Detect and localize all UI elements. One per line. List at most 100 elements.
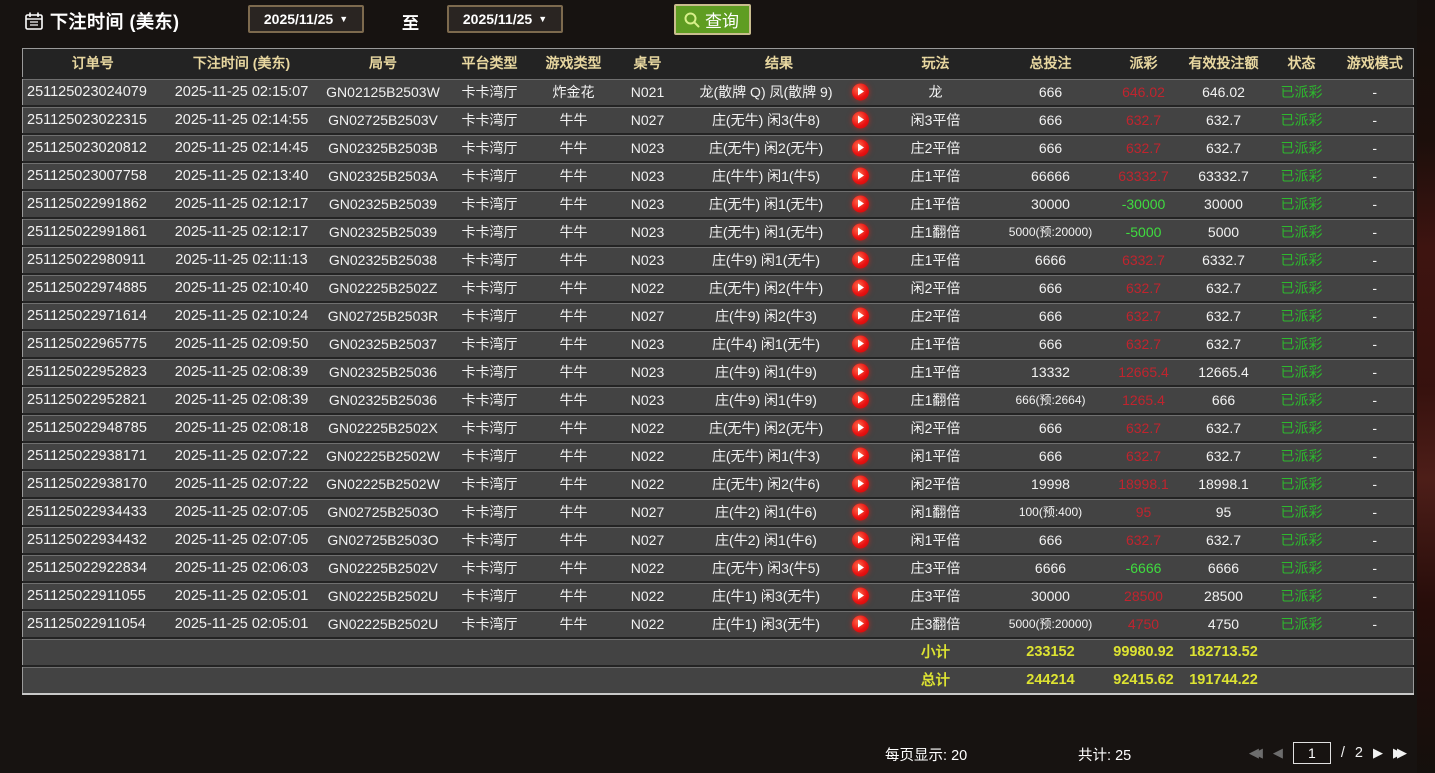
table-row: 251125023022315 2025-11-25 02:14:55 GN02… — [23, 106, 1414, 134]
cell-platform: 卡卡湾厅 — [446, 246, 534, 274]
page-number-input[interactable]: 1 — [1293, 742, 1331, 764]
last-page-icon[interactable]: ▶▶ — [1393, 742, 1407, 764]
cell-play: 庄1平倍 — [877, 190, 995, 218]
col-total-bet: 总投注 — [995, 49, 1107, 78]
filter-bar: 下注时间 (美东) 2025/11/25 ▼ 至 2025/11/25 ▼ 查询 — [0, 0, 1435, 42]
cell-total-bet: 13332 — [995, 358, 1107, 386]
previous-page-icon[interactable]: ◀ — [1273, 742, 1283, 764]
per-page-value: 20 — [951, 748, 967, 764]
cell-result: 庄(无牛) 闲1(无牛) — [682, 190, 877, 218]
cell-platform: 卡卡湾厅 — [446, 218, 534, 246]
cell-order-id: 251125022980911 — [23, 246, 163, 274]
result-text: 庄(牛2) 闲1(牛6) — [715, 504, 817, 520]
status-badge: 已派彩 — [1267, 386, 1337, 414]
status-badge: 已派彩 — [1267, 526, 1337, 554]
replay-video-icon[interactable] — [852, 475, 869, 492]
cell-order-id: 251125022938171 — [23, 442, 163, 470]
cell-order-id: 251125023020812 — [23, 134, 163, 162]
result-text: 庄(牛4) 闲1(无牛) — [712, 336, 820, 352]
col-game-mode: 游戏模式 — [1337, 49, 1414, 78]
cell-result: 庄(牛9) 闲1(无牛) — [682, 246, 877, 274]
cell-round-id: GN02325B25036 — [321, 358, 446, 386]
cell-result: 庄(牛牛) 闲1(牛5) — [682, 162, 877, 190]
cell-platform: 卡卡湾厅 — [446, 554, 534, 582]
cell-platform: 卡卡湾厅 — [446, 162, 534, 190]
cell-game-mode: - — [1337, 134, 1414, 162]
cell-payout: 18998.1 — [1107, 470, 1181, 498]
chevron-down-icon: ▼ — [339, 14, 348, 24]
cell-order-id: 251125022974885 — [23, 274, 163, 302]
replay-video-icon[interactable] — [852, 363, 869, 380]
cell-valid-bet: 632.7 — [1181, 442, 1267, 470]
cell-platform: 卡卡湾厅 — [446, 414, 534, 442]
replay-video-icon[interactable] — [852, 307, 869, 324]
cell-game-mode: - — [1337, 106, 1414, 134]
replay-video-icon[interactable] — [852, 419, 869, 436]
per-page-label: 每页显示: — [885, 748, 947, 764]
replay-video-icon[interactable] — [852, 559, 869, 576]
replay-video-icon[interactable] — [852, 503, 869, 520]
replay-video-icon[interactable] — [852, 223, 869, 240]
cell-game-type: 牛牛 — [534, 610, 614, 638]
cell-game-mode: - — [1337, 246, 1414, 274]
result-text: 庄(无牛) 闲1(无牛) — [709, 224, 823, 240]
cell-result: 庄(牛2) 闲1(牛6) — [682, 498, 877, 526]
cell-game-type: 牛牛 — [534, 274, 614, 302]
table-body: 251125023024079 2025-11-25 02:15:07 GN02… — [23, 78, 1414, 694]
cell-valid-bet: 646.02 — [1181, 78, 1267, 106]
replay-video-icon[interactable] — [852, 195, 869, 212]
replay-video-icon[interactable] — [852, 335, 869, 352]
cell-payout: 632.7 — [1107, 414, 1181, 442]
cell-game-mode: - — [1337, 78, 1414, 106]
replay-video-icon[interactable] — [852, 615, 869, 632]
cell-table-no: N023 — [614, 330, 682, 358]
cell-play: 庄1平倍 — [877, 330, 995, 358]
next-page-icon[interactable]: ▶ — [1373, 742, 1383, 764]
cell-round-id: GN02725B2503R — [321, 302, 446, 330]
replay-video-icon[interactable] — [852, 391, 869, 408]
pager-controls: ◀◀ ◀ 1 / 2 ▶ ▶▶ — [1249, 742, 1407, 764]
date-from-picker[interactable]: 2025/11/25 ▼ — [248, 5, 364, 33]
cell-order-id: 251125022965775 — [23, 330, 163, 358]
cell-platform: 卡卡湾厅 — [446, 134, 534, 162]
total-pages: 2 — [1355, 745, 1363, 761]
replay-video-icon[interactable] — [852, 447, 869, 464]
cell-order-id: 251125022971614 — [23, 302, 163, 330]
first-page-icon[interactable]: ◀◀ — [1249, 742, 1263, 764]
replay-video-icon[interactable] — [852, 531, 869, 548]
cell-platform: 卡卡湾厅 — [446, 274, 534, 302]
cell-result: 庄(无牛) 闲3(牛5) — [682, 554, 877, 582]
cell-result: 庄(牛2) 闲1(牛6) — [682, 526, 877, 554]
cell-play: 闲2平倍 — [877, 414, 995, 442]
cell-game-mode: - — [1337, 414, 1414, 442]
cell-valid-bet: 5000 — [1181, 218, 1267, 246]
date-to-picker[interactable]: 2025/11/25 ▼ — [447, 5, 563, 33]
cell-play: 庄1平倍 — [877, 246, 995, 274]
result-text: 庄(牛牛) 闲1(牛5) — [712, 168, 820, 184]
cell-play: 闲2平倍 — [877, 470, 995, 498]
result-text: 庄(牛9) 闲1(牛9) — [715, 392, 817, 408]
replay-video-icon[interactable] — [852, 251, 869, 268]
cell-payout: 632.7 — [1107, 442, 1181, 470]
replay-video-icon[interactable] — [852, 139, 869, 156]
search-button[interactable]: 查询 — [674, 4, 751, 35]
replay-video-icon[interactable] — [852, 587, 869, 604]
cell-result: 庄(牛1) 闲3(无牛) — [682, 610, 877, 638]
table-row: 251125022991862 2025-11-25 02:12:17 GN02… — [23, 190, 1414, 218]
cell-total-bet: 666 — [995, 78, 1107, 106]
cell-game-type: 牛牛 — [534, 358, 614, 386]
replay-video-icon[interactable] — [852, 167, 869, 184]
cell-game-type: 牛牛 — [534, 470, 614, 498]
status-badge: 已派彩 — [1267, 302, 1337, 330]
replay-video-icon[interactable] — [852, 279, 869, 296]
replay-video-icon[interactable] — [852, 83, 869, 100]
table-row: 251125022938170 2025-11-25 02:07:22 GN02… — [23, 470, 1414, 498]
cell-total-bet: 666 — [995, 106, 1107, 134]
replay-video-icon[interactable] — [852, 111, 869, 128]
cell-table-no: N022 — [614, 554, 682, 582]
search-icon — [683, 11, 701, 29]
betting-records-page: 下注时间 (美东) 2025/11/25 ▼ 至 2025/11/25 ▼ 查询 — [0, 0, 1435, 773]
table-row: 251125022948785 2025-11-25 02:08:18 GN02… — [23, 414, 1414, 442]
title-wrap: 下注时间 (美东) — [24, 8, 180, 34]
cell-bet-time: 2025-11-25 02:08:39 — [163, 358, 321, 386]
